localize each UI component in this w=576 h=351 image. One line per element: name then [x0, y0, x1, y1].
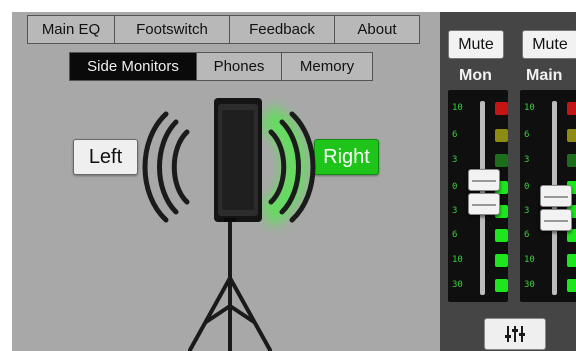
left-monitor-button[interactable]: Left: [73, 139, 138, 175]
scale-label: 3: [452, 155, 458, 165]
sub-tab-bar: Side Monitors Phones Memory: [69, 52, 373, 81]
scale-label: 0: [452, 182, 458, 192]
scale-label: 30: [452, 280, 463, 290]
scale-label: 6: [524, 230, 530, 240]
tab-main-eq[interactable]: Main EQ: [27, 15, 115, 44]
mute-button-main[interactable]: Mute: [522, 30, 576, 59]
meter-led: [495, 154, 508, 167]
scale-label: 0: [524, 182, 530, 192]
meter-led: [567, 279, 576, 292]
mute-button-mon[interactable]: Mute: [448, 30, 504, 59]
channel-title-main: Main: [526, 67, 563, 84]
subtab-memory[interactable]: Memory: [281, 52, 373, 81]
scale-label: 10: [452, 255, 463, 265]
tab-feedback[interactable]: Feedback: [229, 15, 335, 44]
fader-handle[interactable]: [540, 185, 572, 207]
subtab-phones[interactable]: Phones: [196, 52, 282, 81]
scale-label: 6: [524, 130, 530, 140]
scale-label: 10: [524, 255, 535, 265]
meter-led: [567, 102, 576, 115]
meter-led: [495, 129, 508, 142]
tripod-stand: [188, 216, 272, 351]
fader-strip-mon: 10 6 3 0 3 6 10 30: [448, 90, 508, 302]
main-panel: Main EQ Footswitch Feedback About Side M…: [12, 12, 440, 351]
mixer-sliders-icon: [505, 326, 525, 342]
tab-footswitch[interactable]: Footswitch: [114, 15, 230, 44]
fader-handle[interactable]: [468, 193, 500, 216]
scale-label: 3: [524, 206, 530, 216]
meter-led: [495, 229, 508, 242]
meter-led: [495, 102, 508, 115]
mixer-panel: Mute Mute Mon Main 10 6 3 0 3 6 10 30 10 6 3 0 3 6 10…: [440, 12, 576, 351]
meter-led: [495, 254, 508, 267]
subtab-side-monitors[interactable]: Side Monitors: [69, 52, 197, 81]
scale-label: 3: [452, 206, 458, 216]
fader-handle[interactable]: [540, 209, 572, 231]
meter-led: [567, 254, 576, 267]
scale-label: 10: [524, 103, 535, 113]
fader-handle[interactable]: [468, 169, 500, 192]
top-tab-bar: Main EQ Footswitch Feedback About: [27, 15, 420, 44]
scale-label: 30: [524, 280, 535, 290]
speaker-stand-illustration: [142, 98, 316, 351]
scale-label: 3: [524, 155, 530, 165]
mixer-settings-button[interactable]: [484, 318, 546, 350]
fader-strip-main: 10 6 3 0 3 6 10 30: [520, 90, 576, 302]
scale-label: 10: [452, 103, 463, 113]
channel-title-mon: Mon: [459, 67, 492, 84]
left-sound-waves-icon: [142, 111, 190, 223]
scale-label: 6: [452, 230, 458, 240]
speaker-cabinet-icon: [214, 98, 262, 222]
meter-led: [495, 279, 508, 292]
meter-led: [567, 154, 576, 167]
meter-led: [567, 129, 576, 142]
tab-about[interactable]: About: [334, 15, 420, 44]
scale-label: 6: [452, 130, 458, 140]
